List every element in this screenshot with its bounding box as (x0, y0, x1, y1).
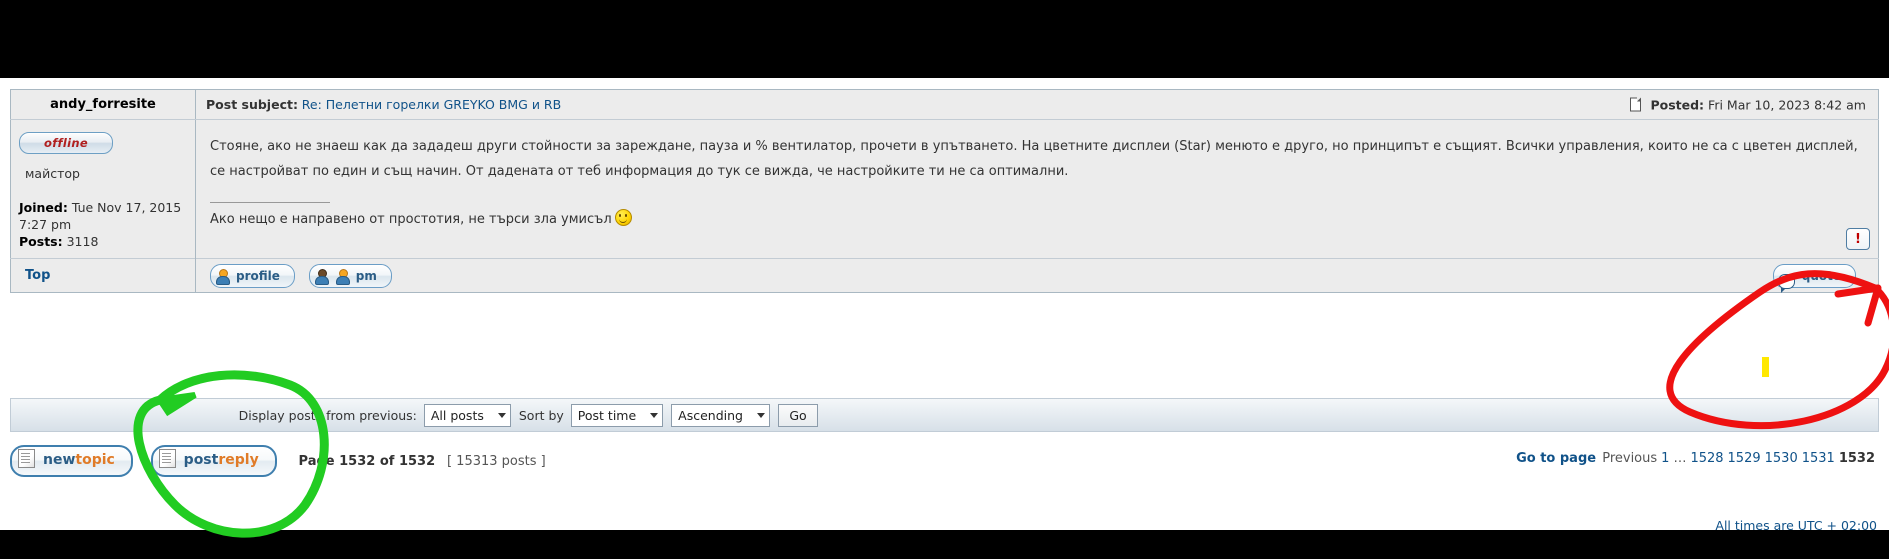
signature-line: Ако нещо е направено от простотия, не тъ… (210, 209, 1862, 227)
letterbox-bottom (0, 530, 1889, 559)
sort-by-select[interactable]: Post time (570, 403, 664, 427)
pagination: Go to page Previous 1 … 1528 1529 1530 1531 153… (1516, 451, 1877, 466)
pagination-page-1531[interactable]: 1531 (1802, 451, 1835, 466)
pm-button-label: pm (355, 268, 377, 283)
post-content-cell: Стояне, ако не знаеш как да зададеш друг… (195, 119, 1879, 259)
new-topic-button[interactable]: newtopic (10, 445, 133, 477)
users-icon (314, 268, 329, 285)
post-footer-row: Top profile pm ” quote (10, 258, 1879, 293)
all-times-notice: All times are UTC + 02:00 (1715, 518, 1877, 530)
new-topic-label-a: new (43, 452, 76, 468)
online-status-badge: offline (19, 132, 113, 154)
sort-order-value: Ascending (678, 407, 743, 423)
signature-text: Ако нещо е направено от простотия, не тъ… (210, 212, 612, 227)
users-icon-2 (335, 268, 350, 285)
page-document-icon (18, 449, 35, 468)
profile-button[interactable]: profile (210, 263, 295, 288)
exclamation-icon: ! (1855, 231, 1861, 247)
profile-button-label: profile (236, 268, 280, 283)
posts-value: 3118 (66, 234, 99, 249)
posted-label: Posted: (1650, 97, 1705, 112)
page-document-icon-2 (158, 449, 176, 468)
posted-block: Posted: Fri Mar 10, 2023 8:42 am (1630, 97, 1866, 112)
post-count: [ 15313 posts ] (446, 453, 546, 469)
post-header-row: andy_forresite Post subject: Re: Пелетни… (10, 89, 1879, 120)
post-body-row: offline майстор Joined: Tue Nov 17, 2015… (10, 119, 1879, 259)
chevron-down-icon (497, 412, 506, 418)
author-name: andy_forresite (50, 97, 156, 112)
posted-value: Fri Mar 10, 2023 8:42 am (1708, 97, 1866, 112)
display-posts-label: Display posts from previous: (238, 407, 417, 423)
smiley-icon (614, 209, 632, 226)
pagination-ellipsis: … (1673, 451, 1687, 466)
pagination-page-1529[interactable]: 1529 (1728, 451, 1761, 466)
chevron-down-icon-3 (757, 412, 765, 418)
text-cursor-highlight (1762, 357, 1769, 377)
post-reply-button[interactable]: postreply (150, 445, 277, 477)
post-tools-cell: profile pm ” quote (195, 258, 1879, 293)
pagination-page-1[interactable]: 1 (1661, 451, 1669, 466)
signature-divider (210, 202, 330, 203)
page-info: Page 1532 of 1532 (298, 453, 436, 469)
pagination-page-1528[interactable]: 1528 (1690, 451, 1723, 466)
pm-button[interactable]: pm (308, 263, 392, 288)
pagination-page-current: 1532 (1838, 451, 1875, 466)
pagination-page-1530[interactable]: 1530 (1765, 451, 1798, 466)
author-rank: майстор (25, 166, 80, 181)
document-icon (1630, 97, 1642, 111)
post-body-text: Стояне, ако не знаеш как да зададеш друг… (210, 139, 1858, 179)
post-subject-cell: Post subject: Re: Пелетни горелки GREYKO… (195, 89, 1879, 120)
user-icon (215, 268, 230, 285)
top-link[interactable]: Top (25, 268, 50, 283)
quote-button-label: quote (1801, 268, 1841, 283)
chevron-down-icon-2 (650, 412, 659, 418)
go-to-page-label: Go to page (1516, 451, 1597, 466)
posts-label: Posts: (19, 234, 63, 249)
sort-by-label: Sort by (518, 407, 564, 423)
post-reply-label-b: reply (218, 452, 259, 468)
letterbox-top (0, 0, 1889, 78)
pagination-previous[interactable]: Previous (1602, 451, 1657, 466)
display-posts-select[interactable]: All posts (423, 403, 511, 427)
quote-button[interactable]: ” quote (1772, 263, 1856, 293)
report-post-button[interactable]: ! (1846, 228, 1870, 250)
display-posts-value: All posts (430, 407, 484, 423)
joined-label: Joined: (19, 200, 68, 215)
subject-link[interactable]: Re: Пелетни горелки GREYKO BMG и RB (302, 97, 561, 112)
back-to-top-cell: Top (10, 258, 196, 293)
subject-label: Post subject: (206, 97, 298, 112)
post-table: andy_forresite Post subject: Re: Пелетни… (10, 89, 1879, 293)
author-profile-cell: offline майстор Joined: Tue Nov 17, 2015… (10, 119, 196, 259)
forum-page: andy_forresite Post subject: Re: Пелетни… (0, 78, 1889, 530)
quote-bubble-icon: ” (1777, 273, 1795, 293)
author-meta: Joined: Tue Nov 17, 2015 7:27 pm Posts: … (19, 199, 187, 250)
new-topic-label-b: topic (75, 452, 115, 468)
display-options-bar: Display posts from previous: All posts S… (10, 398, 1879, 432)
post-reply-label-a: post (183, 452, 219, 468)
sort-order-select[interactable]: Ascending (671, 403, 770, 427)
go-button[interactable]: Go (778, 403, 818, 427)
post-author-cell: andy_forresite (10, 89, 196, 120)
sort-by-value: Post time (577, 407, 637, 423)
screenshot-root: andy_forresite Post subject: Re: Пелетни… (0, 0, 1889, 559)
